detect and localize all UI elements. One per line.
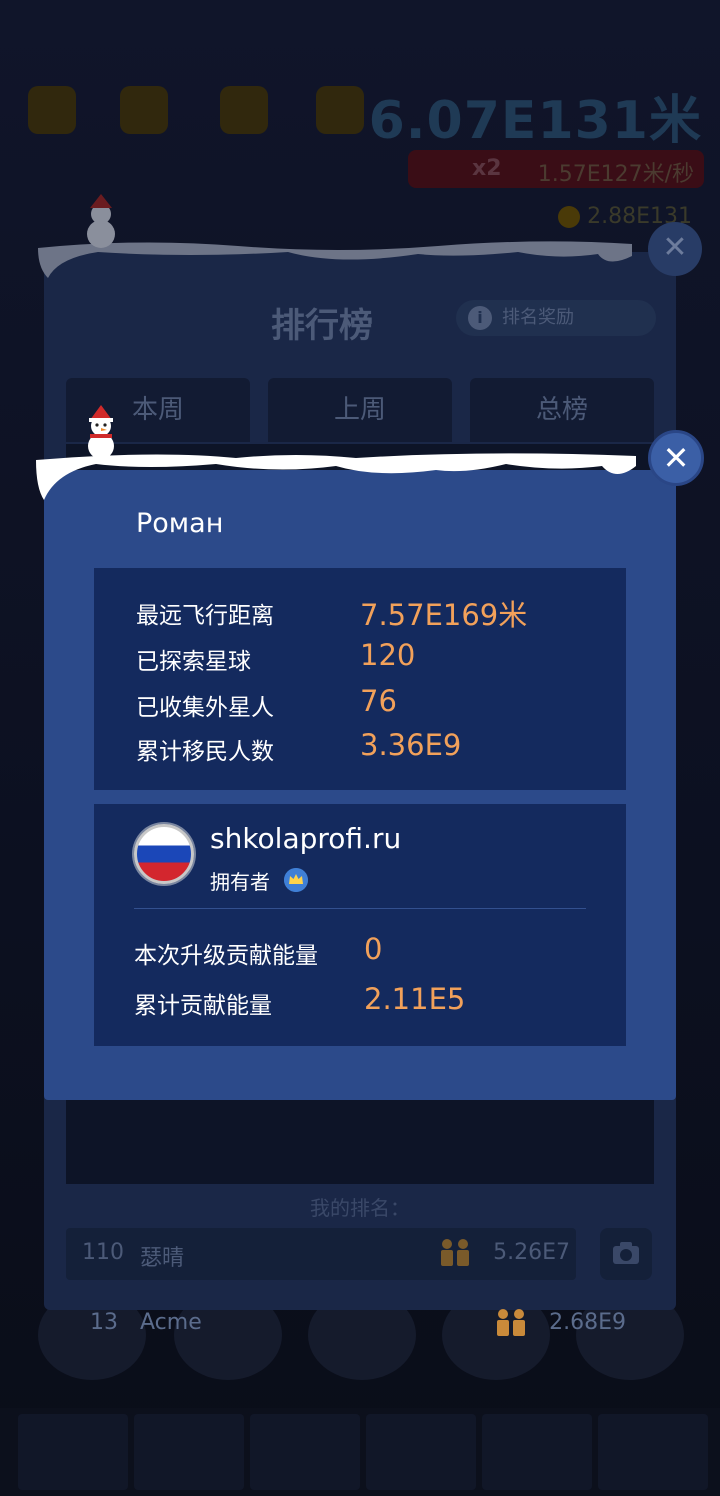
- stat-row: 已探索星球 120: [94, 634, 626, 678]
- bottom-nav-item[interactable]: [366, 1414, 476, 1490]
- snowman-icon: [87, 194, 115, 248]
- distance-readout: 6.07E131米: [368, 91, 702, 151]
- row-name: Acme: [140, 1310, 202, 1335]
- energy-value: 2.11E5: [364, 982, 466, 1016]
- snow-ledge-decoration: [38, 241, 632, 278]
- player-info-modal: Роман 最远飞行距离 7.57E169米 已探索星球 120 已收集外星人 …: [44, 470, 676, 1100]
- stat-value: 120: [360, 638, 416, 672]
- tab-last-week[interactable]: 上周: [268, 378, 452, 442]
- divider: [134, 908, 586, 909]
- migrants-icon: [497, 1309, 525, 1336]
- stat-row: 累计移民人数 3.36E9: [94, 724, 626, 768]
- stat-value: 7.57E169米: [360, 598, 528, 632]
- snowman-icon: [88, 405, 114, 459]
- badge-icon[interactable]: [316, 86, 364, 134]
- stat-label: 已探索星球: [136, 649, 251, 675]
- info-icon: i: [468, 306, 492, 330]
- tab-all-time[interactable]: 总榜: [470, 378, 654, 442]
- crown-icon: [284, 868, 308, 892]
- gift-icon[interactable]: [220, 86, 268, 134]
- stat-label: 已收集外星人: [136, 695, 274, 721]
- speed-boost-bar[interactable]: x2 1.57E127米/秒: [408, 150, 704, 188]
- bottom-nav-item[interactable]: [250, 1414, 360, 1490]
- coin-icon: [558, 206, 580, 228]
- bottom-nav-item[interactable]: [598, 1414, 708, 1490]
- stat-value: 3.36E9: [360, 728, 462, 762]
- rank-reward-button[interactable]: i 排名奖励: [456, 300, 656, 336]
- table-row[interactable]: 13 Acme 2.68E9: [66, 1296, 654, 1354]
- row-value: 2.68E9: [549, 1310, 626, 1335]
- my-rank-number: 110: [82, 1240, 124, 1265]
- close-button[interactable]: ✕: [648, 430, 704, 486]
- owner-name: shkolaprofi.ru: [210, 822, 402, 855]
- migrants-icon: [441, 1239, 469, 1266]
- boost-multiplier: x2: [472, 156, 502, 181]
- planet-owner-box: shkolaprofi.ru 拥有者 本次升级贡献能量 0 累计贡献能量 2.1…: [94, 804, 626, 1046]
- owner-role: 拥有者: [210, 870, 270, 894]
- game-screen: 6.07E131米 x2 1.57E127米/秒 2.88E131 排行榜 i …: [0, 0, 720, 1496]
- player-name: Роман: [136, 508, 224, 539]
- energy-value: 0: [364, 932, 383, 966]
- rank-reward-label: 排名奖励: [502, 307, 574, 328]
- stat-value: 76: [360, 684, 397, 718]
- camera-icon: [613, 1242, 639, 1264]
- player-stats-box: 最远飞行距离 7.57E169米 已探索星球 120 已收集外星人 76 累计移…: [94, 568, 626, 790]
- russia-flag-icon: [134, 824, 194, 884]
- settings-icon[interactable]: [28, 86, 76, 134]
- speed-rate: 1.57E127米/秒: [537, 162, 694, 187]
- my-rank-value: 5.26E7: [493, 1240, 570, 1265]
- stat-label: 最远飞行距离: [136, 603, 274, 629]
- stat-row: 已收集外星人 76: [94, 680, 626, 724]
- leaderboard-close-button[interactable]: ✕: [648, 222, 702, 276]
- bottom-nav-item[interactable]: [18, 1414, 128, 1490]
- energy-label: 累计贡献能量: [134, 993, 272, 1019]
- snow-ledge-decoration: [36, 453, 636, 500]
- laurel-icon[interactable]: [120, 86, 168, 134]
- my-rank-label: 我的排名：: [310, 1196, 410, 1220]
- stat-row: 最远飞行距离 7.57E169米: [94, 588, 626, 632]
- bottom-nav-item[interactable]: [482, 1414, 592, 1490]
- row-rank: 13: [90, 1310, 118, 1335]
- energy-label: 本次升级贡献能量: [134, 943, 318, 969]
- camera-button[interactable]: [600, 1228, 652, 1280]
- stat-label: 累计移民人数: [136, 739, 274, 765]
- my-rank-name: 瑟晴: [140, 1246, 185, 1271]
- my-rank-row[interactable]: 110 瑟晴 5.26E7: [66, 1228, 576, 1280]
- bottom-nav-item[interactable]: [134, 1414, 244, 1490]
